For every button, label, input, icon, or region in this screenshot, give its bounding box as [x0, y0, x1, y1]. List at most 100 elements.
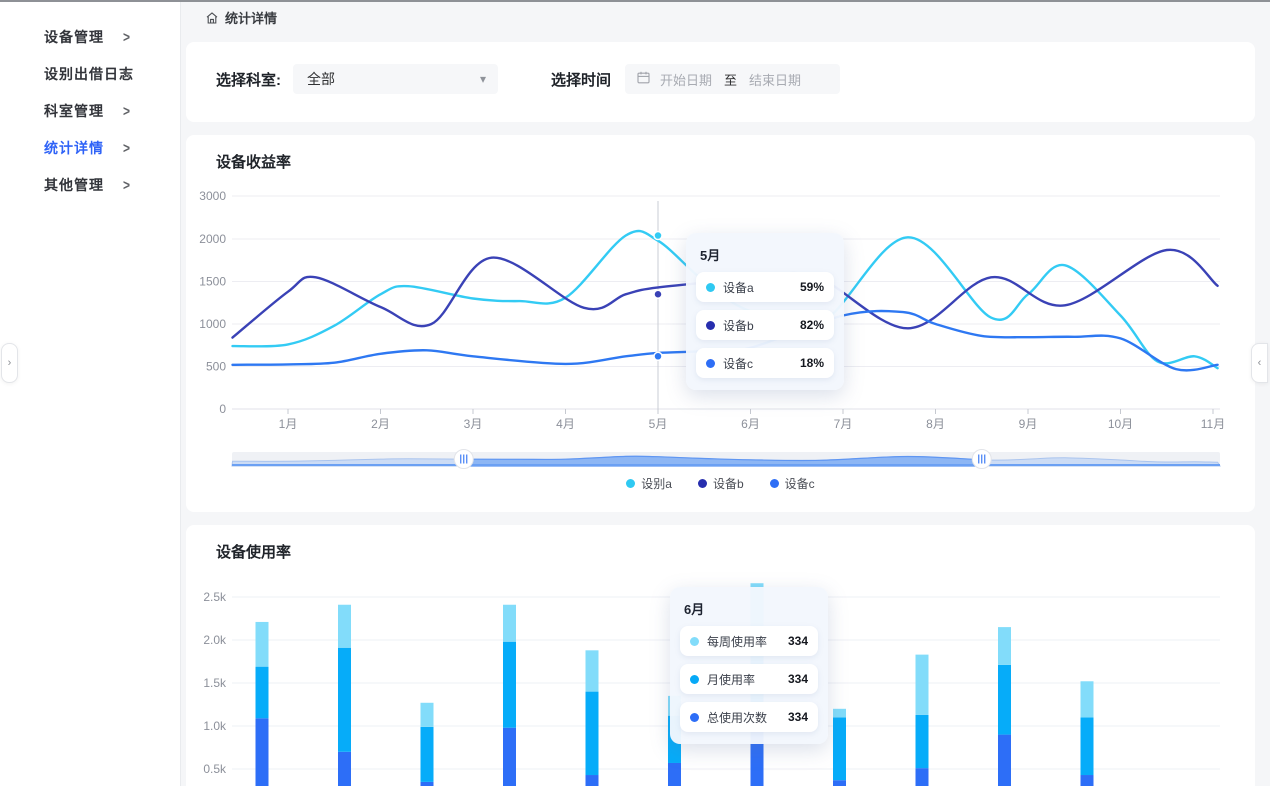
time-filter-label: 选择时间	[551, 69, 611, 90]
legend-item-1[interactable]: 设别a	[626, 475, 672, 492]
bar-8月-每周使用率[interactable]	[833, 709, 846, 718]
sidebar-item-3[interactable]: 科室管理>	[0, 92, 180, 129]
chevron-right-icon: >	[123, 28, 130, 45]
chevron-down-icon: ▾	[480, 72, 486, 86]
filter-card: 选择科室: 全部 ▾ 选择时间 开始日期 至 结束日期	[186, 42, 1255, 122]
chevron-right-icon: >	[123, 102, 130, 119]
svg-text:2.0k: 2.0k	[203, 633, 227, 647]
svg-text:2月: 2月	[371, 417, 390, 431]
tooltip-row: 设备c18%	[696, 348, 834, 378]
bar-5月-总使用次数[interactable]	[586, 775, 599, 786]
usage-tooltip: 6月每周使用率334月使用率334总使用次数334	[670, 587, 828, 744]
bar-11月-总使用次数[interactable]	[1081, 775, 1094, 786]
bar-5月-每周使用率[interactable]	[586, 650, 599, 691]
window-top-edge	[0, 0, 1270, 2]
sidebar-item-label: 设备管理	[44, 27, 104, 47]
bar-9月-总使用次数[interactable]	[916, 768, 929, 786]
sidebar-item-4[interactable]: 统计详情 >	[0, 129, 180, 166]
bar-4月-月使用率[interactable]	[503, 642, 516, 728]
legend-dot-icon	[626, 479, 635, 488]
legend-label: 设备c	[785, 475, 815, 492]
app-root: 设备管理 > 设别出借日志>科室管理> 统计详情 > 其他管理> › ‹ 统计详情 选择科…	[0, 0, 1270, 786]
svg-text:5月: 5月	[649, 417, 668, 431]
tooltip-series-value: 18%	[800, 356, 824, 370]
date-to-label: 至	[724, 70, 737, 89]
sidebar-item-2[interactable]: 设别出借日志>	[0, 55, 180, 92]
series-dot-icon	[706, 321, 715, 330]
home-icon	[205, 11, 219, 25]
svg-text:3月: 3月	[464, 417, 483, 431]
bar-3月-月使用率[interactable]	[421, 727, 434, 782]
bar-2月-月使用率[interactable]	[338, 648, 351, 752]
svg-text:9月: 9月	[1019, 417, 1038, 431]
legend-label: 设备b	[713, 475, 744, 492]
revenue-legend: 设别a 设备b 设备c	[186, 475, 1255, 492]
tooltip-row: 每周使用率334	[680, 626, 818, 656]
bar-2月-总使用次数[interactable]	[338, 752, 351, 786]
bar-11月-月使用率[interactable]	[1081, 717, 1094, 775]
sidebar-item-label: 统计详情	[44, 138, 104, 158]
dept-filter-label: 选择科室:	[216, 69, 281, 90]
bar-11月-每周使用率[interactable]	[1081, 681, 1094, 717]
legend-item-3[interactable]: 设备c	[770, 475, 815, 492]
svg-text:0.5k: 0.5k	[203, 762, 227, 776]
tooltip-row: 设备b82%	[696, 310, 834, 340]
series-dot-icon	[690, 675, 699, 684]
bar-10月-总使用次数[interactable]	[998, 735, 1011, 786]
bar-3月-总使用次数[interactable]	[421, 782, 434, 786]
tooltip-row: 总使用次数334	[680, 702, 818, 732]
svg-text:6月: 6月	[741, 417, 760, 431]
bar-3月-每周使用率[interactable]	[421, 703, 434, 727]
bar-1月-月使用率[interactable]	[256, 667, 269, 719]
legend-label: 设别a	[641, 475, 672, 492]
svg-text:2.5k: 2.5k	[203, 590, 227, 604]
datazoom-handle-right[interactable]	[972, 450, 991, 469]
calendar-icon	[637, 71, 650, 87]
panel-collapse-toggle[interactable]: ‹	[1251, 343, 1268, 383]
bar-4月-每周使用率[interactable]	[503, 605, 516, 642]
svg-text:1500: 1500	[199, 275, 226, 289]
svg-text:1000: 1000	[199, 317, 226, 331]
bar-4月-总使用次数[interactable]	[503, 728, 516, 786]
series-dot-icon	[690, 637, 699, 646]
breadcrumb-label: 统计详情	[225, 8, 277, 27]
sidebar-item-1[interactable]: 设备管理 >	[0, 18, 180, 55]
bar-6月-总使用次数[interactable]	[668, 763, 681, 786]
datazoom-handle-left[interactable]	[454, 450, 473, 469]
sidebar-expand-toggle[interactable]: ›	[1, 343, 18, 383]
series-dot-icon	[706, 359, 715, 368]
end-date-input[interactable]: 结束日期	[749, 70, 801, 89]
bar-1月-每周使用率[interactable]	[256, 622, 269, 667]
start-date-input[interactable]: 开始日期	[660, 70, 712, 89]
bar-5月-月使用率[interactable]	[586, 692, 599, 775]
bar-9月-每周使用率[interactable]	[916, 655, 929, 715]
bar-9月-月使用率[interactable]	[916, 715, 929, 768]
tooltip-title: 6月	[684, 599, 818, 618]
series-dot-icon	[690, 713, 699, 722]
breadcrumb[interactable]: 统计详情	[205, 8, 277, 27]
bar-8月-月使用率[interactable]	[833, 717, 846, 780]
legend-dot-icon	[770, 479, 779, 488]
svg-text:2000: 2000	[199, 232, 226, 246]
bar-8月-总使用次数[interactable]	[833, 780, 846, 786]
tooltip-series-name: 设备b	[723, 317, 800, 334]
svg-text:10月: 10月	[1108, 417, 1133, 431]
legend-dot-icon	[698, 479, 707, 488]
tooltip-row: 设备a59%	[696, 272, 834, 302]
svg-text:0: 0	[219, 402, 226, 416]
svg-text:8月: 8月	[926, 417, 945, 431]
svg-text:1.0k: 1.0k	[203, 719, 227, 733]
sidebar-item-5[interactable]: 其他管理>	[0, 166, 180, 203]
legend-item-2[interactable]: 设备b	[698, 475, 744, 492]
svg-text:11月: 11月	[1201, 417, 1225, 431]
dept-select[interactable]: 全部 ▾	[293, 64, 498, 94]
tooltip-series-value: 334	[788, 672, 808, 686]
tooltip-series-name: 设备c	[723, 355, 800, 372]
svg-text:3000: 3000	[199, 189, 226, 203]
bar-2月-每周使用率[interactable]	[338, 605, 351, 648]
chevron-right-icon: >	[123, 139, 130, 156]
date-range-picker[interactable]: 开始日期 至 结束日期	[625, 64, 840, 94]
bar-1月-总使用次数[interactable]	[256, 718, 269, 786]
bar-10月-月使用率[interactable]	[998, 665, 1011, 735]
bar-10月-每周使用率[interactable]	[998, 627, 1011, 665]
